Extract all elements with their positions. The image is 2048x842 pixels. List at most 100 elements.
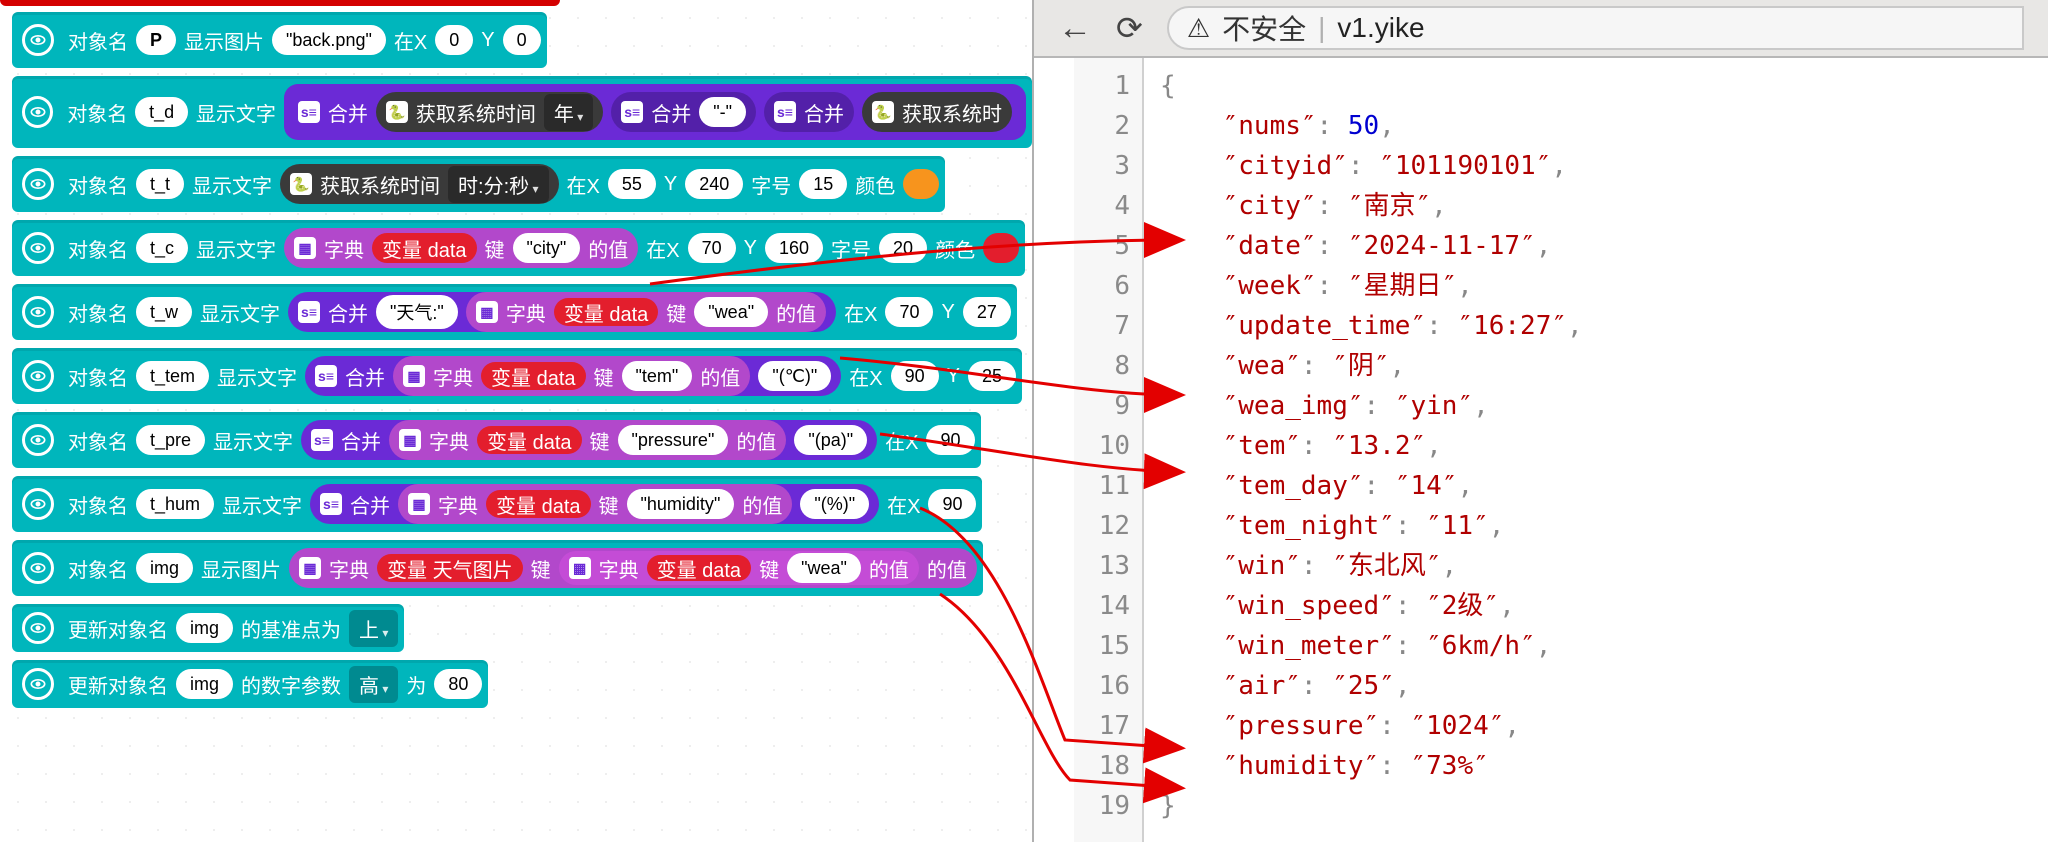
browser-panel: ← ⟳ ⚠ 不安全 | v1.yike 12345678910111213141…	[1032, 0, 2048, 842]
year-dropdown[interactable]: 年	[544, 94, 593, 131]
obj-pill[interactable]: img	[136, 553, 193, 583]
var-weather-img[interactable]: 变量 天气图片	[377, 554, 523, 582]
dict-lookup-weatherimg[interactable]: ▦ 字典 变量 天气图片 键 ▦ 字典 变量 data 键 " wea " 的值…	[289, 548, 977, 588]
fontsize-value[interactable]: 20	[879, 233, 927, 263]
color-swatch-red[interactable]	[983, 233, 1019, 263]
block-show-text-tw[interactable]: 对象名 t_w 显示文字 s≡ 合并 " 天气: " ▦ 字典 变量 data …	[12, 284, 1017, 340]
url-box[interactable]: ⚠ 不安全 | v1.yike	[1167, 6, 2024, 50]
label-update-anchor: 更新对象名	[68, 614, 168, 643]
x-value[interactable]: 55	[608, 169, 656, 199]
block-show-text-tpre[interactable]: 对象名 t_pre 显示文字 s≡ 合并 ▦ 字典 变量 data 键 " pr…	[12, 412, 981, 468]
var-data[interactable]: 变量 data	[647, 555, 751, 581]
fontsize-value[interactable]: 15	[799, 169, 847, 199]
y-value[interactable]: 0	[503, 25, 541, 55]
get-systime-hms[interactable]: 🐍 获取系统时间 时:分:秒	[280, 164, 558, 204]
var-data[interactable]: 变量 data	[481, 362, 585, 390]
block-show-text-tc[interactable]: 对象名 t_c 显示文字 ▦ 字典 变量 data 键 " city " 的值 …	[12, 220, 1025, 276]
merge-inner-2[interactable]: s≡ 合并	[764, 92, 854, 132]
key-pill[interactable]: " wea "	[694, 297, 768, 327]
merge-hum[interactable]: s≡ 合并 ▦ 字典 变量 data 键 " humidity " 的值 " (…	[310, 484, 879, 524]
unit-pill[interactable]: " (%) "	[800, 489, 869, 519]
block-show-text-td[interactable]: 对象名 t_d 显示文字 s≡ 合并 🐍 获取系统时间 年 s≡ 合并 " - …	[12, 76, 1032, 148]
back-button[interactable]: ←	[1058, 9, 1092, 48]
key-pill[interactable]: " pressure "	[618, 425, 729, 455]
dash-pill[interactable]: " - "	[699, 97, 746, 127]
statement-icon	[22, 232, 54, 264]
merge-wea[interactable]: s≡ 合并 " 天气: " ▦ 字典 变量 data 键 " wea " 的值	[288, 292, 836, 332]
label-key: 键	[594, 362, 614, 391]
dict-icon: ▦	[294, 237, 316, 259]
value-pill[interactable]: 80	[434, 669, 482, 699]
unit-pill[interactable]: " (℃) "	[758, 361, 831, 391]
filename-pill[interactable]: " back.png "	[272, 25, 386, 55]
obj-pill[interactable]: t_tem	[136, 361, 209, 391]
obj-pill[interactable]: t_pre	[136, 425, 205, 455]
block-show-image-img[interactable]: 对象名 img 显示图片 ▦ 字典 变量 天气图片 键 ▦ 字典 变量 data…	[12, 540, 983, 596]
label-fontsize: 字号	[831, 234, 871, 263]
x-value[interactable]: 70	[688, 233, 736, 263]
label-anchor-to: 的基准点为	[241, 614, 341, 643]
color-swatch-orange[interactable]	[903, 169, 939, 199]
var-data[interactable]: 变量 data	[372, 233, 476, 263]
dict-lookup-city[interactable]: ▦ 字典 变量 data 键 " city " 的值	[284, 228, 638, 268]
var-data[interactable]: 变量 data	[554, 298, 658, 326]
obj-pill[interactable]: P	[136, 25, 176, 55]
block-update-numparam[interactable]: 更新对象名 img 的数字参数 高 为 80	[12, 660, 488, 708]
label-key: 键	[485, 234, 505, 263]
key-pill[interactable]: " tem "	[622, 361, 693, 391]
block-update-anchor[interactable]: 更新对象名 img 的基准点为 上	[12, 604, 404, 652]
block-show-text-thum[interactable]: 对象名 t_hum 显示文字 s≡ 合并 ▦ 字典 变量 data 键 " hu…	[12, 476, 982, 532]
anchor-dropdown[interactable]: 上	[349, 610, 398, 647]
label-objname: 对象名	[68, 362, 128, 391]
obj-pill[interactable]: t_w	[136, 297, 192, 327]
height-dropdown[interactable]: 高	[349, 666, 398, 703]
dict-lookup-inner[interactable]: ▦ 字典 变量 data 键 " wea " 的值	[559, 551, 919, 585]
reload-button[interactable]: ⟳	[1116, 9, 1143, 47]
y-value[interactable]: 27	[963, 297, 1011, 327]
obj-pill[interactable]: t_d	[135, 97, 187, 127]
unit-pill[interactable]: " (pa) "	[794, 425, 867, 455]
key-pill[interactable]: " humidity "	[627, 489, 735, 519]
warning-icon: ⚠	[1187, 13, 1210, 44]
obj-pill[interactable]: t_hum	[136, 489, 214, 519]
x-value[interactable]: 90	[926, 425, 974, 455]
block-show-image-back[interactable]: 对象名 P 显示图片 " back.png " 在X 0 Y 0	[12, 12, 547, 68]
dict-lookup-wea[interactable]: ▦ 字典 变量 data 键 " wea " 的值	[466, 292, 826, 332]
merge-tem[interactable]: s≡ 合并 ▦ 字典 变量 data 键 " tem " 的值 " (℃) "	[305, 356, 841, 396]
block-show-text-ttem[interactable]: 对象名 t_tem 显示文字 s≡ 合并 ▦ 字典 变量 data 键 " te…	[12, 348, 1022, 404]
dict-lookup-humidity[interactable]: ▦ 字典 变量 data 键 " humidity " 的值	[398, 484, 792, 524]
dict-lookup-tem[interactable]: ▦ 字典 变量 data 键 " tem " 的值	[393, 356, 750, 396]
dict-icon: ▦	[408, 493, 430, 515]
label-valueof: 的值	[776, 298, 816, 327]
y-value[interactable]: 240	[685, 169, 743, 199]
dict-lookup-pressure[interactable]: ▦ 字典 变量 data 键 " pressure " 的值	[389, 420, 786, 460]
merge-outer[interactable]: s≡ 合并 🐍 获取系统时间 年 s≡ 合并 " - " s≡ 合并 🐍 获取系…	[284, 84, 1026, 140]
label-objname: 对象名	[68, 426, 128, 455]
obj-pill[interactable]: img	[176, 613, 233, 643]
label-showtext: 显示文字	[196, 234, 276, 263]
obj-pill[interactable]: t_c	[136, 233, 188, 263]
merge-pre[interactable]: s≡ 合并 ▦ 字典 变量 data 键 " pressure " 的值 " (…	[301, 420, 877, 460]
statement-icon	[22, 552, 54, 584]
x-value[interactable]: 90	[891, 361, 939, 391]
merge-inner-1[interactable]: s≡ 合并 " - "	[611, 92, 756, 132]
y-value[interactable]: 160	[765, 233, 823, 263]
x-value[interactable]: 70	[885, 297, 933, 327]
get-systime-2[interactable]: 🐍 获取系统时	[862, 92, 1012, 132]
key-pill[interactable]: " wea "	[787, 553, 861, 583]
statement-icon	[22, 668, 54, 700]
y-value[interactable]: 25	[968, 361, 1016, 391]
var-data[interactable]: 变量 data	[477, 426, 581, 454]
x-value[interactable]: 0	[435, 25, 473, 55]
obj-pill[interactable]: t_t	[136, 169, 184, 199]
key-pill[interactable]: " city "	[513, 233, 581, 263]
prefix-pill[interactable]: " 天气: "	[376, 295, 458, 329]
hms-dropdown[interactable]: 时:分:秒	[448, 166, 548, 203]
label-merge: 合并	[328, 98, 368, 127]
block-show-text-tt[interactable]: 对象名 t_t 显示文字 🐍 获取系统时间 时:分:秒 在X 55 Y 240 …	[12, 156, 945, 212]
get-systime-year[interactable]: 🐍 获取系统时间 年	[376, 92, 603, 132]
label-dict: 字典	[329, 554, 369, 583]
x-value[interactable]: 90	[928, 489, 976, 519]
obj-pill[interactable]: img	[176, 669, 233, 699]
var-data[interactable]: 变量 data	[486, 490, 590, 518]
